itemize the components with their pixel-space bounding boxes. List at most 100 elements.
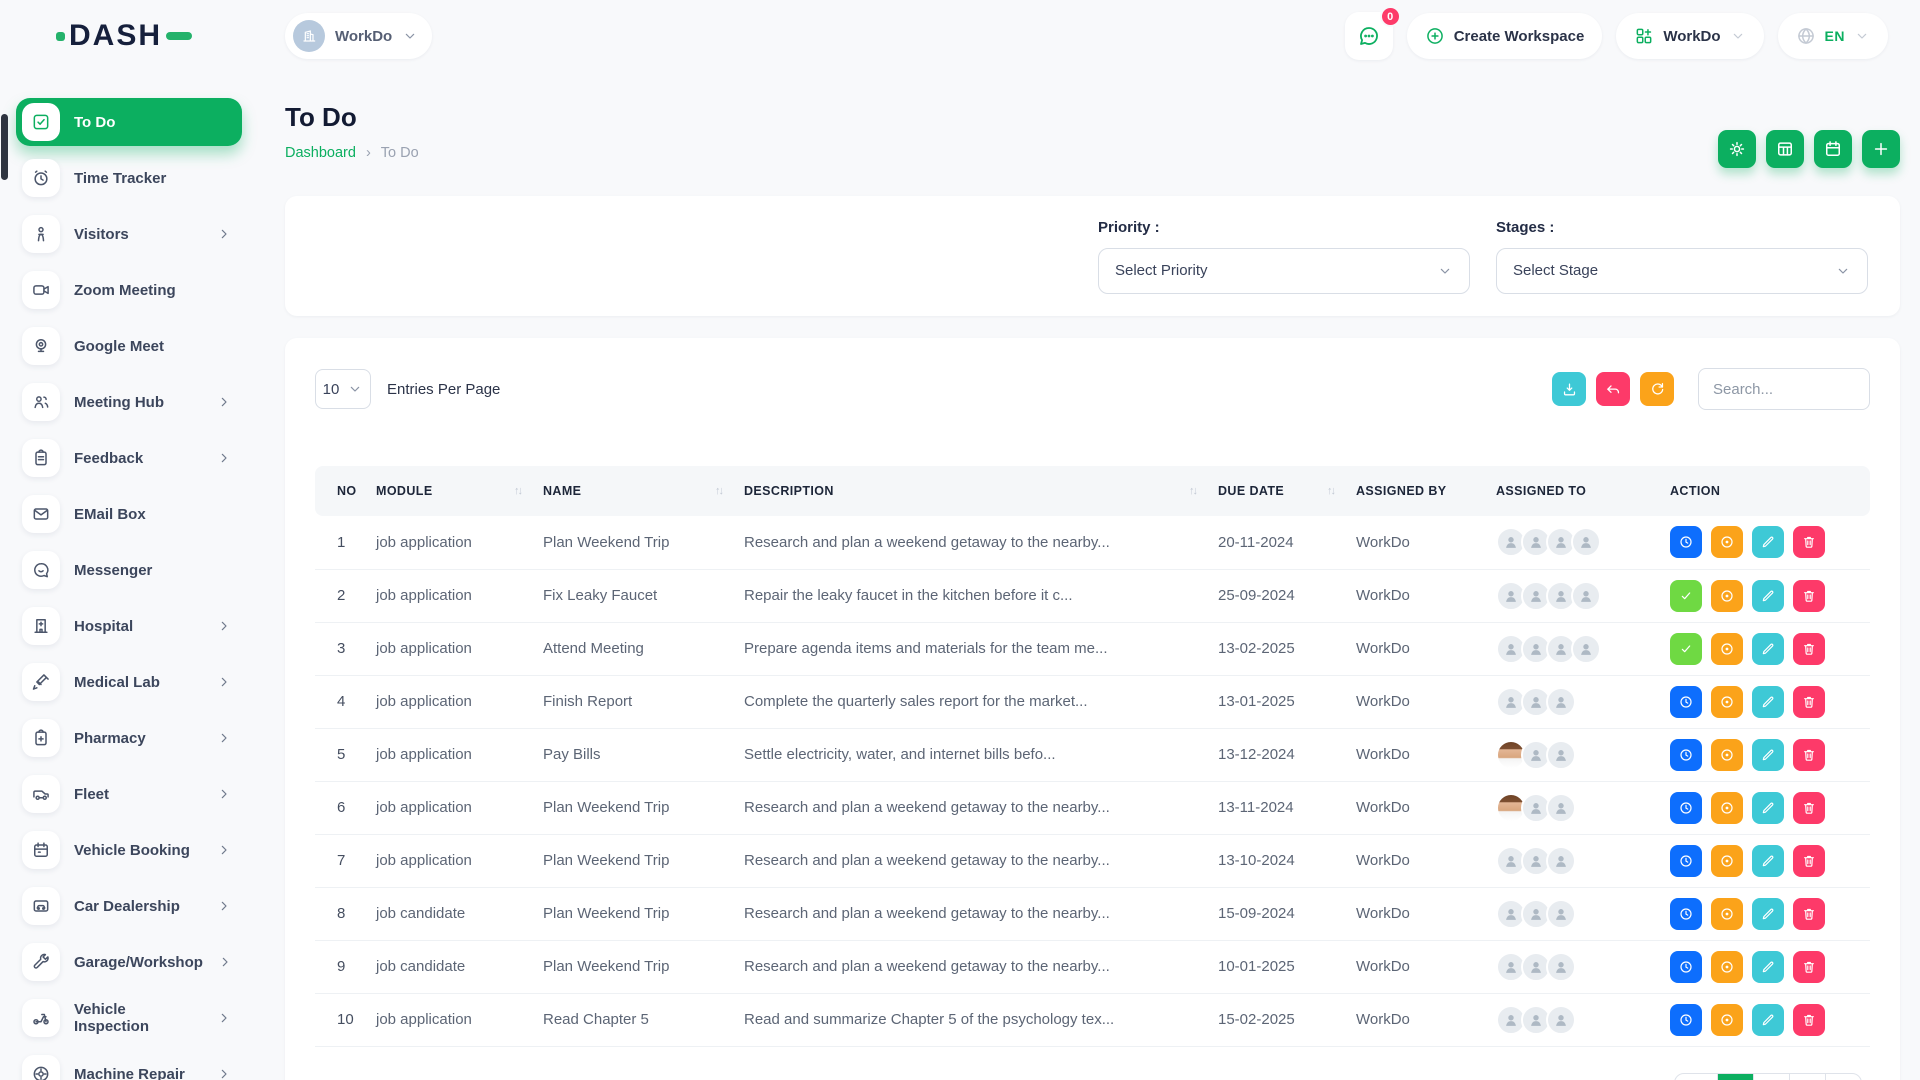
sidebar-item-machine-repair[interactable]: Machine Repair: [16, 1050, 242, 1080]
view-action-button[interactable]: [1711, 739, 1743, 771]
pagination-item[interactable]: ‹: [1675, 1074, 1717, 1080]
sort-icon[interactable]: ↑↓: [1327, 485, 1334, 497]
sidebar-item-meeting-hub[interactable]: Meeting Hub: [16, 378, 242, 426]
edit-action-button[interactable]: [1752, 739, 1784, 771]
delete-action-button[interactable]: [1793, 898, 1825, 930]
delete-action-button[interactable]: [1793, 951, 1825, 983]
view-action-button[interactable]: [1711, 845, 1743, 877]
sidebar-item-vehicle-booking[interactable]: Vehicle Booking: [16, 826, 242, 874]
stage-select[interactable]: Select Stage: [1496, 248, 1868, 294]
sidebar-item-messenger[interactable]: Messenger: [16, 546, 242, 594]
view-action-button[interactable]: [1711, 898, 1743, 930]
create-workspace-button[interactable]: Create Workspace: [1407, 13, 1603, 59]
view-action-button[interactable]: [1711, 526, 1743, 558]
edit-action-button[interactable]: [1752, 686, 1784, 718]
assignee-avatar-placeholder[interactable]: [1546, 952, 1576, 982]
delete-action-button[interactable]: [1793, 1004, 1825, 1036]
edit-action-button[interactable]: [1752, 898, 1784, 930]
language-selector[interactable]: EN: [1778, 13, 1888, 59]
delete-action-button[interactable]: [1793, 686, 1825, 718]
calendar-view-button[interactable]: [1814, 130, 1852, 168]
clock-action-button[interactable]: [1670, 739, 1702, 771]
assignee-avatar-placeholder[interactable]: [1546, 793, 1576, 823]
pagination-item[interactable]: 3: [1789, 1074, 1825, 1080]
sidebar-item-zoom-meeting[interactable]: Zoom Meeting: [16, 266, 242, 314]
add-todo-button[interactable]: [1862, 130, 1900, 168]
reset-button[interactable]: [1596, 372, 1630, 406]
column-header-module[interactable]: MODULE↑↓: [376, 466, 543, 516]
edit-action-button[interactable]: [1752, 1004, 1784, 1036]
sidebar-item-car-dealership[interactable]: Car Dealership: [16, 882, 242, 930]
complete-action-button[interactable]: [1670, 580, 1702, 612]
edit-action-button[interactable]: [1752, 526, 1784, 558]
view-action-button[interactable]: [1711, 1004, 1743, 1036]
messages-button[interactable]: 0: [1345, 12, 1393, 60]
delete-action-button[interactable]: [1793, 845, 1825, 877]
entries-select[interactable]: 10: [315, 369, 371, 409]
clock-action-button[interactable]: [1670, 898, 1702, 930]
sidebar-item-garage-workshop[interactable]: Garage/Workshop: [16, 938, 242, 986]
pagination-item[interactable]: ›: [1825, 1074, 1861, 1080]
view-action-button[interactable]: [1711, 951, 1743, 983]
settings-button[interactable]: [1718, 130, 1756, 168]
delete-action-button[interactable]: [1793, 633, 1825, 665]
delete-action-button[interactable]: [1793, 792, 1825, 824]
edit-action-button[interactable]: [1752, 951, 1784, 983]
edit-action-button[interactable]: [1752, 792, 1784, 824]
sort-icon[interactable]: ↑↓: [715, 485, 722, 497]
sidebar-item-hospital[interactable]: Hospital: [16, 602, 242, 650]
complete-action-button[interactable]: [1670, 633, 1702, 665]
sidebar-item-google-meet[interactable]: Google Meet: [16, 322, 242, 370]
assignee-avatar-placeholder[interactable]: [1546, 740, 1576, 770]
clock-action-button[interactable]: [1670, 792, 1702, 824]
column-header-due-date[interactable]: DUE DATE↑↓: [1218, 466, 1356, 516]
cell-due-date: 13-11-2024: [1218, 781, 1356, 834]
search-input[interactable]: [1698, 368, 1870, 410]
sidebar-item-vehicle-inspection[interactable]: Vehicle Inspection: [16, 994, 242, 1042]
column-header-description[interactable]: DESCRIPTION↑↓: [744, 466, 1218, 516]
sidebar-item-medical-lab[interactable]: Medical Lab: [16, 658, 242, 706]
view-action-button[interactable]: [1711, 792, 1743, 824]
pagination-item[interactable]: 2: [1753, 1074, 1789, 1080]
assignee-avatar-placeholder[interactable]: [1546, 687, 1576, 717]
edit-action-button[interactable]: [1752, 633, 1784, 665]
assignee-avatar-placeholder[interactable]: [1571, 527, 1601, 557]
column-header-name[interactable]: NAME↑↓: [543, 466, 744, 516]
delete-action-button[interactable]: [1793, 526, 1825, 558]
view-action-button[interactable]: [1711, 580, 1743, 612]
clock-action-button[interactable]: [1670, 951, 1702, 983]
clock-action-button[interactable]: [1670, 526, 1702, 558]
breadcrumb-dashboard-link[interactable]: Dashboard: [285, 145, 356, 161]
view-action-button[interactable]: [1711, 633, 1743, 665]
assignee-avatar-placeholder[interactable]: [1546, 899, 1576, 929]
refresh-button[interactable]: [1640, 372, 1674, 406]
assignee-avatar-placeholder[interactable]: [1571, 581, 1601, 611]
sort-icon[interactable]: ↑↓: [1189, 485, 1196, 497]
assignee-avatar-placeholder[interactable]: [1546, 1005, 1576, 1035]
sidebar-item-pharmacy[interactable]: Pharmacy: [16, 714, 242, 762]
sidebar-item-fleet[interactable]: Fleet: [16, 770, 242, 818]
sidebar-scrollbar[interactable]: [1, 114, 8, 180]
sidebar-item-to-do[interactable]: To Do: [16, 98, 242, 146]
priority-select[interactable]: Select Priority: [1098, 248, 1470, 294]
clock-action-button[interactable]: [1670, 686, 1702, 718]
sidebar-item-visitors[interactable]: Visitors: [16, 210, 242, 258]
sidebar-item-time-tracker[interactable]: Time Tracker: [16, 154, 242, 202]
view-action-button[interactable]: [1711, 686, 1743, 718]
edit-action-button[interactable]: [1752, 580, 1784, 612]
table-view-button[interactable]: [1766, 130, 1804, 168]
workdo-menu-button[interactable]: WorkDo: [1616, 13, 1763, 59]
edit-action-button[interactable]: [1752, 845, 1784, 877]
workspace-selector[interactable]: WorkDo: [285, 13, 432, 59]
assignee-avatar-placeholder[interactable]: [1546, 846, 1576, 876]
sort-icon[interactable]: ↑↓: [514, 485, 521, 497]
sidebar-item-feedback[interactable]: Feedback: [16, 434, 242, 482]
assignee-avatar-placeholder[interactable]: [1571, 634, 1601, 664]
delete-action-button[interactable]: [1793, 739, 1825, 771]
export-button[interactable]: [1552, 372, 1586, 406]
pagination-page-active[interactable]: 1: [1717, 1074, 1753, 1080]
clock-action-button[interactable]: [1670, 1004, 1702, 1036]
sidebar-item-email-box[interactable]: EMail Box: [16, 490, 242, 538]
delete-action-button[interactable]: [1793, 580, 1825, 612]
clock-action-button[interactable]: [1670, 845, 1702, 877]
